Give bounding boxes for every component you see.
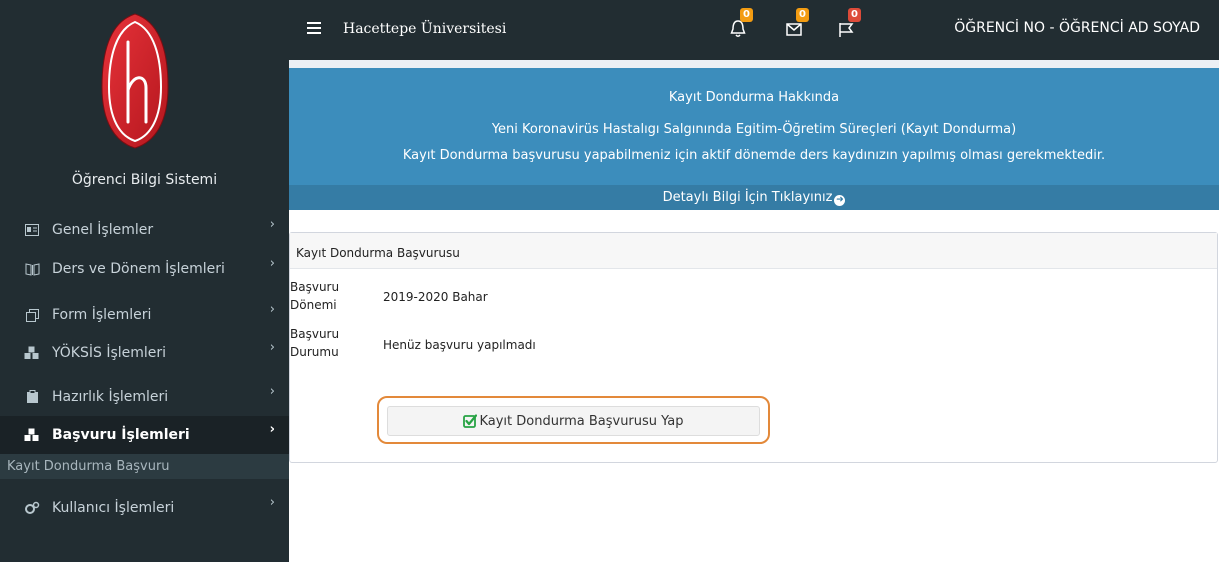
top-navbar: Hacettepe Üniversitesi 0 0 0 ÖĞRENCİ NO … [289, 0, 1219, 60]
status-label: Başvuru Durumu [290, 327, 340, 359]
check-square-icon [463, 414, 478, 428]
chevron-right-icon: › [269, 340, 275, 355]
box-title: Kayıt Dondurma Başvurusu [290, 233, 1217, 269]
sidebar-item-label: Hazırlık İşlemleri [52, 389, 169, 405]
message-count-badge: 0 [796, 8, 809, 22]
apply-freeze-button[interactable]: Kayıt Dondurma Başvurusu Yap [387, 406, 760, 436]
main-content: Kayıt Dondurma Hakkında Yeni Koronavirüs… [289, 60, 1219, 562]
flag-icon [839, 23, 854, 37]
sidebar-item-label: Kullanıcı İşlemleri [52, 500, 175, 516]
sidebar-item-basvuru[interactable]: Başvuru İşlemleri › [0, 416, 289, 454]
clipboard-icon [24, 389, 40, 405]
period-value: 2019-2020 Bahar [383, 290, 488, 304]
arrow-circle-right-icon: ➜ [834, 195, 846, 206]
sidebar-item-kullanici[interactable]: Kullanıcı İşlemleri › [0, 489, 289, 527]
hacettepe-logo [101, 13, 169, 149]
sidebar-item-label: Form İşlemleri [52, 307, 152, 323]
app-name: Öğrenci Bilgi Sistemi [71, 172, 218, 188]
apply-button-label: Kayıt Dondurma Başvurusu Yap [479, 413, 684, 429]
chevron-right-icon: › [269, 495, 275, 510]
tasks-button[interactable]: 0 [838, 8, 862, 40]
sidebar-subitem-kayit-dondurma[interactable]: Kayıt Dondurma Başvuru [0, 454, 289, 479]
notification-count-badge: 0 [740, 8, 753, 22]
more-info-link[interactable]: Detaylı Bilgi İçin Tıklayınız ➜ [289, 185, 1219, 210]
chevron-down-icon: › [269, 422, 275, 437]
task-count-badge: 0 [848, 8, 861, 22]
chevron-right-icon: › [269, 256, 275, 271]
chevron-right-icon: › [269, 217, 275, 232]
book-icon [24, 261, 40, 277]
sidebar-item-yoksis[interactable]: YÖKSİS İşlemleri › [0, 334, 289, 372]
sidebar-item-label: Ders ve Dönem İşlemleri [52, 261, 225, 277]
cubes-icon [24, 345, 40, 361]
info-callout: Kayıt Dondurma Hakkında Yeni Koronavirüs… [289, 68, 1219, 210]
sidebar-item-label: YÖKSİS İşlemleri [52, 345, 167, 361]
form-icon [24, 307, 40, 323]
notifications-button[interactable]: 0 [730, 8, 754, 40]
info-line-2: Kayıt Dondurma başvurusu yapabilmeniz iç… [402, 148, 1106, 163]
period-label: Başvuru Dönemi [290, 280, 340, 312]
university-title: Hacettepe Üniversitesi [343, 21, 507, 37]
info-title: Kayıt Dondurma Hakkında [668, 90, 840, 105]
more-info-label: Detaylı Bilgi İçin Tıklayınız [662, 190, 833, 205]
chevron-right-icon: › [269, 384, 275, 399]
chevron-right-icon: › [269, 302, 275, 317]
envelope-icon [786, 23, 802, 36]
sidebar-item-label: Başvuru İşlemleri [52, 427, 190, 443]
sidebar-item-form[interactable]: Form İşlemleri › [0, 296, 289, 334]
sidebar-item-ders-donem[interactable]: Ders ve Dönem İşlemleri › [0, 250, 289, 288]
info-line-1: Yeni Koronavirüs Hastalıgı Salgınında Eg… [491, 122, 1017, 137]
sidebar-brand: Öğrenci Bilgi Sistemi [0, 0, 289, 200]
bell-icon [730, 20, 746, 37]
id-card-icon [24, 222, 40, 238]
cogs-icon [24, 500, 40, 516]
sidebar-item-label: Genel İşlemler [52, 222, 154, 238]
user-menu[interactable]: ÖĞRENCİ NO - ÖĞRENCİ AD SOYAD [954, 20, 1200, 36]
cubes-icon [24, 427, 40, 443]
menu-toggle-icon[interactable] [307, 22, 321, 36]
status-value: Henüz başvuru yapılmadı [383, 338, 536, 352]
application-box: Kayıt Dondurma Başvurusu Başvuru Dönemi … [289, 232, 1218, 463]
sidebar: Öğrenci Bilgi Sistemi Genel İşlemler › D… [0, 0, 289, 562]
sidebar-item-hazirlik[interactable]: Hazırlık İşlemleri › [0, 378, 289, 416]
messages-button[interactable]: 0 [786, 8, 810, 40]
sidebar-item-genel[interactable]: Genel İşlemler › [0, 211, 289, 249]
